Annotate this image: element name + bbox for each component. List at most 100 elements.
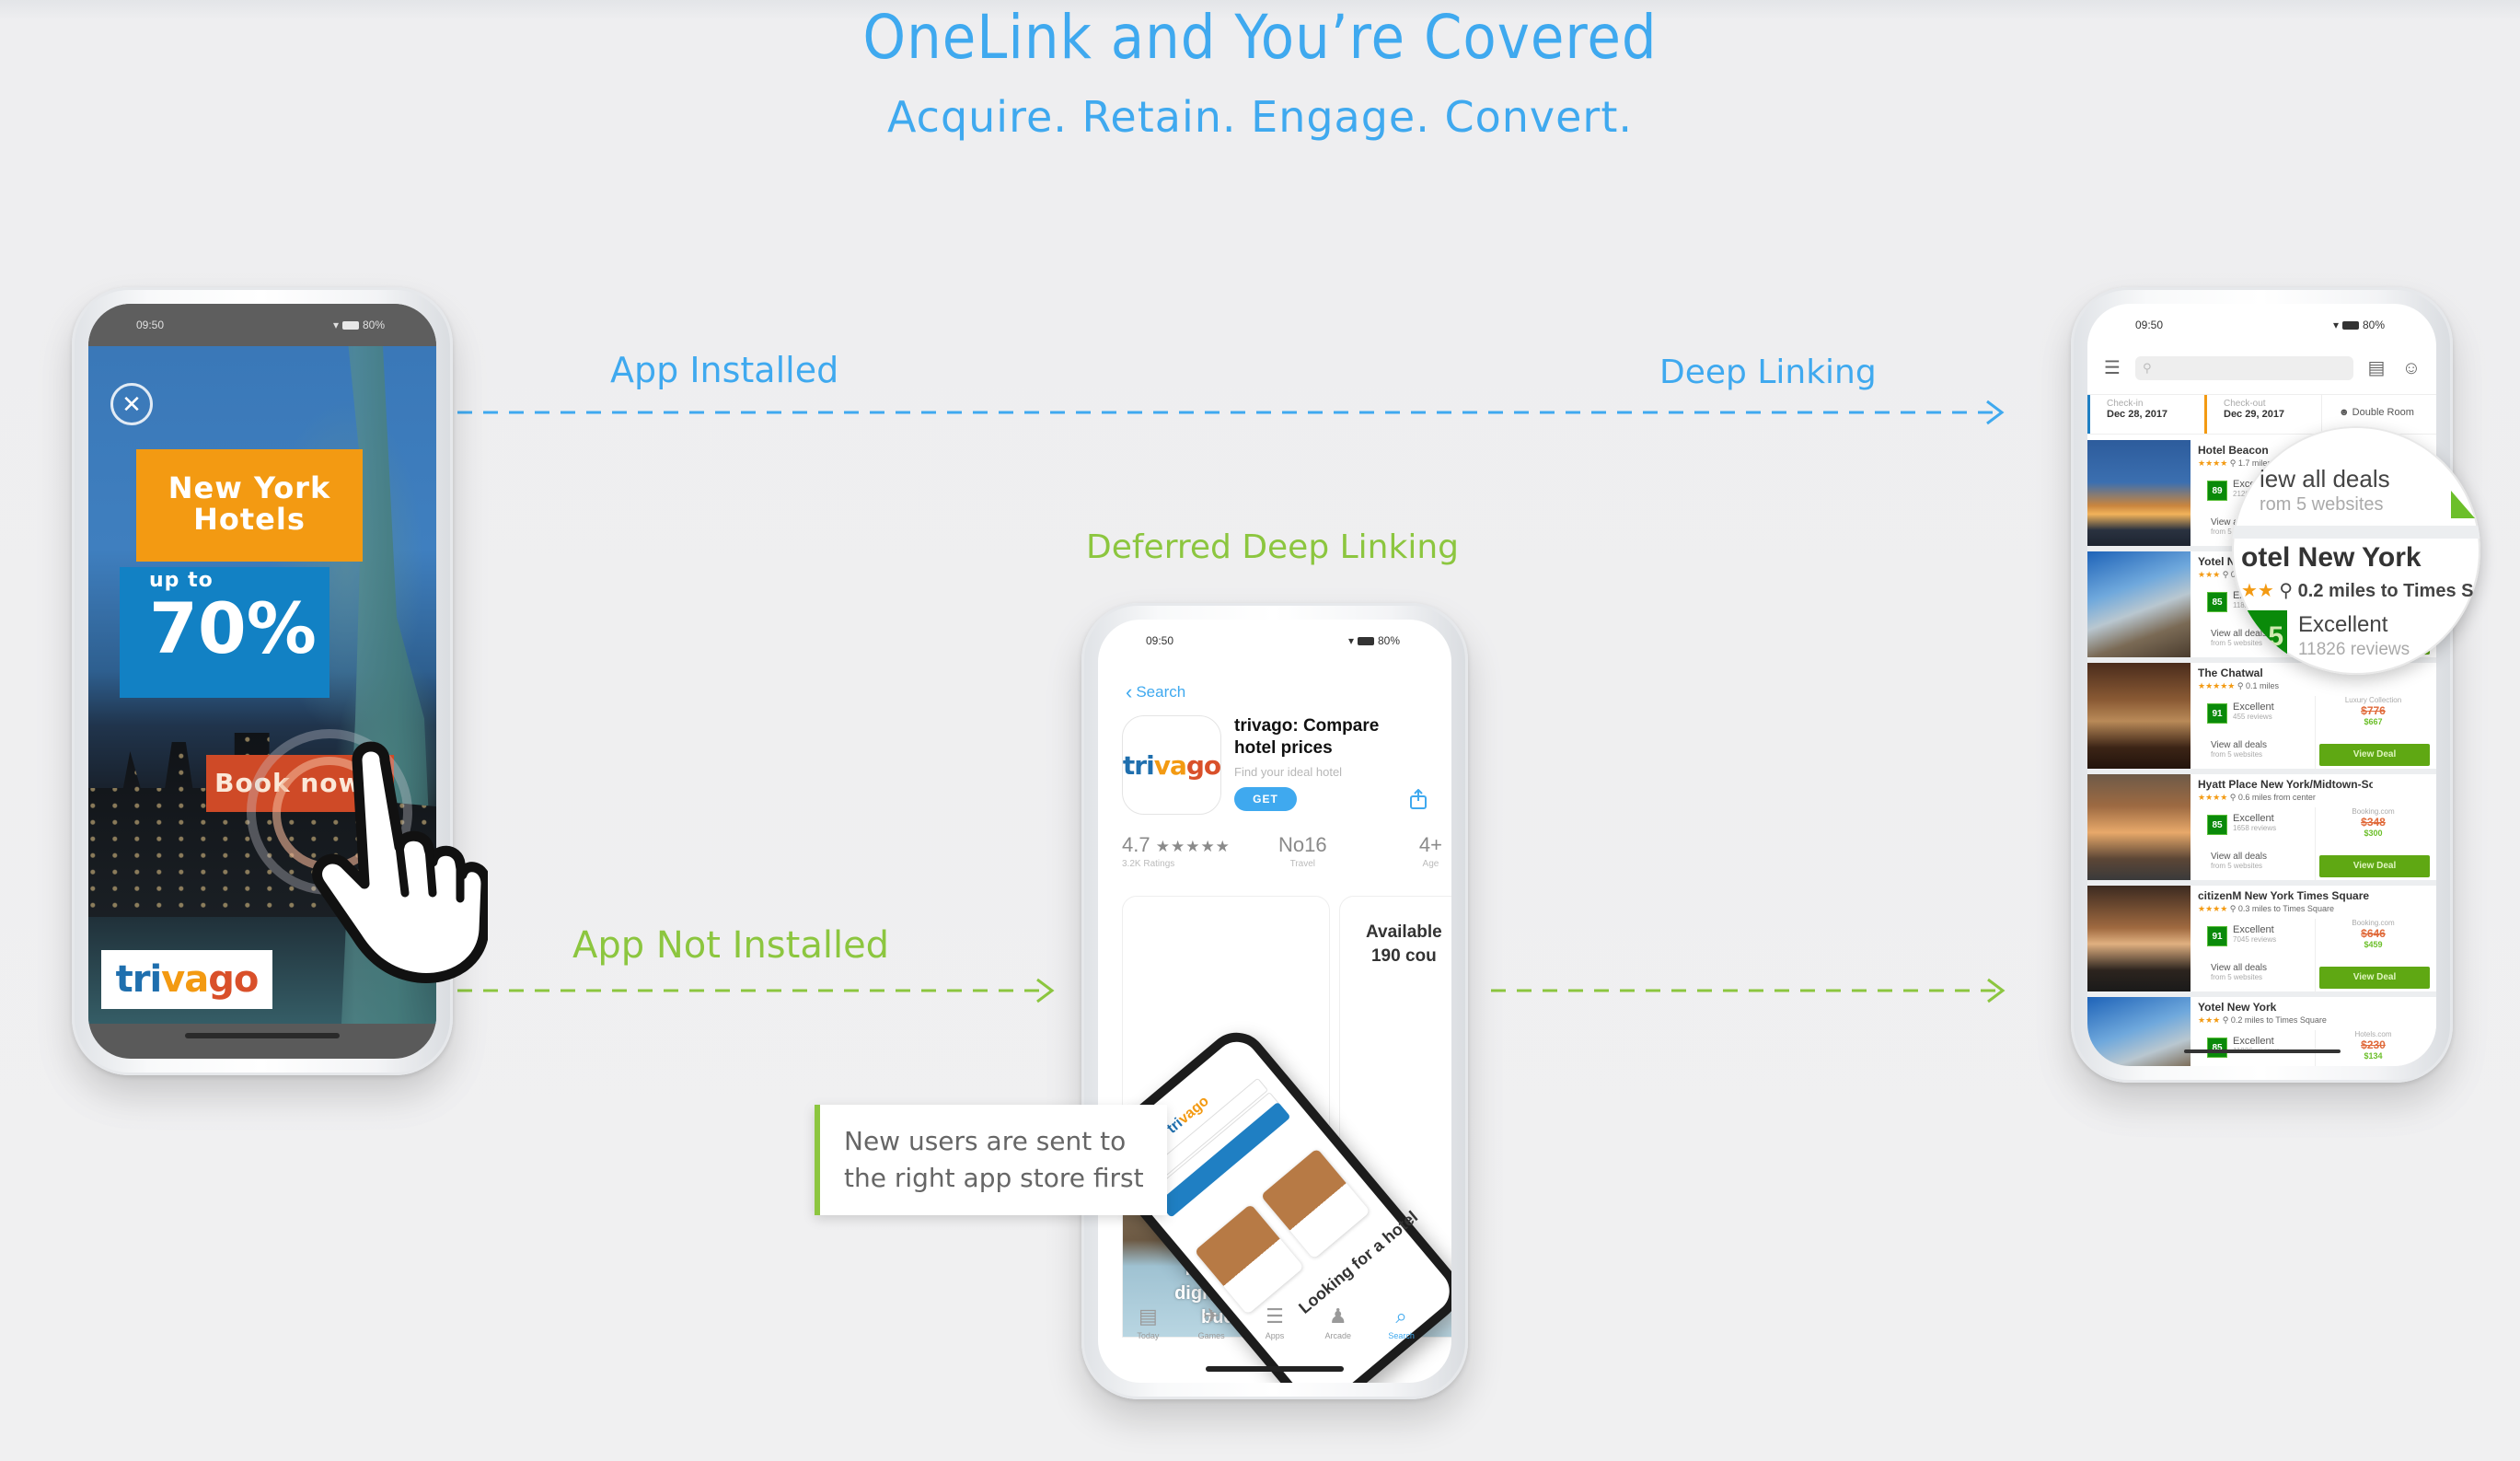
hotel-result-row[interactable]: citizenM New York Times Square ★★★★ ⚲ 0.3… (2087, 886, 2436, 997)
battery-level: 80% (362, 319, 385, 331)
hotel-stars: ★★★★ (2198, 458, 2228, 468)
rating-stars: ★★★★★ (1155, 838, 1231, 855)
hotel-photo[interactable] (2087, 886, 2191, 991)
filter-sliders-icon[interactable]: ☰ (2100, 356, 2124, 380)
location-pin-icon: ⚲ (2229, 904, 2237, 913)
view-all-deals-link[interactable]: View all dealsfrom 5 websites (2211, 852, 2267, 870)
hotel-name[interactable]: citizenM New York Times Square (2198, 889, 2373, 902)
tab-search[interactable]: ⌕ Search (1374, 1305, 1429, 1362)
review-count: 1658 reviews (2233, 824, 2277, 832)
hotel-info: Hyatt Place New York/Midtown-So... ★★★★ ⚲… (2191, 774, 2436, 881)
view-deal-button[interactable]: View Deal (2319, 855, 2430, 877)
share-icon[interactable] (1409, 789, 1428, 809)
search-icon: ⚲ (2143, 361, 2152, 375)
get-button[interactable]: GET (1234, 787, 1297, 811)
rank-value: No16 (1278, 833, 1327, 856)
status-time: 09:50 (136, 319, 165, 331)
review-count: 7045 reviews (2233, 935, 2277, 944)
deep-linking-label: Deep Linking (1659, 354, 1877, 391)
view-all-deals-link[interactable]: View all dealsfrom 5 websites (2211, 963, 2267, 981)
battery-icon (2341, 320, 2359, 330)
caption-line: 190 cou (1370, 946, 1437, 966)
location-pin-icon: ⚲ (2229, 458, 2237, 468)
apps-stack-icon: ☰ (1266, 1304, 1284, 1328)
magnified-deals-text: iew all deals (2260, 465, 2390, 493)
rating-label: Excellent (2233, 813, 2274, 824)
search-input[interactable]: ⚲ (2135, 356, 2353, 380)
hotel-result-row[interactable]: Yotel New York ★★★ ⚲ 0.2 miles to Times S… (2087, 997, 2436, 1066)
ratings-row: 4.7 ★★★★★ 3.2K Ratings No16 Travel 4+ Ag… (1122, 833, 1442, 877)
back-to-search-link[interactable]: ‹ Search (1126, 680, 1185, 704)
hotel-meta: ★★★★ ⚲ 0.3 miles to Times Square (2198, 904, 2334, 914)
magnified-hotel-meta: ★★ ⚲ 0.2 miles to Times S (2241, 579, 2473, 602)
tab-today[interactable]: ▤ Today (1120, 1305, 1175, 1362)
magnified-stars: ★★ (2241, 581, 2274, 601)
hotel-name[interactable]: Yotel New York (2198, 1001, 2373, 1014)
hotel-photo[interactable] (2087, 551, 2191, 657)
old-price: $348 (2361, 816, 2386, 829)
logo-part: tri (115, 958, 163, 1001)
results-screen: 09:50 ▾ 80% ☰ ⚲ ▤ ☺ Check-in Dec 28, 2017 … (2087, 304, 2436, 1066)
app-icon[interactable]: tri va go (1122, 715, 1221, 815)
deals-label: View all deals (2211, 963, 2267, 973)
screenshots-carousel[interactable]: Meet your digital travel buddy Available… (1098, 896, 1451, 1383)
battery-level: 80% (2362, 319, 2385, 331)
status-bar: 09:50 ▾ 80% (88, 304, 436, 346)
home-indicator (1206, 1366, 1344, 1372)
rating-text: Excellent 7045 reviews (2233, 924, 2276, 944)
wifi-icon: ▾ (2332, 319, 2339, 331)
view-all-deals-link[interactable]: View all dealsfrom 5 websites (2211, 740, 2267, 759)
tab-games[interactable]: ✈ Games (1184, 1305, 1239, 1362)
rating-label: Excellent (2233, 702, 2274, 713)
logo-part: go (208, 958, 259, 1001)
check-in-date: Dec 28, 2017 (2107, 409, 2168, 420)
new-price: $300 (2364, 829, 2383, 838)
price-block: Hotels.com$230$134View Deal (2315, 1030, 2431, 1066)
close-ad-button[interactable]: ✕ (110, 383, 153, 425)
logo-part: tri (1122, 749, 1155, 781)
hotel-distance: 0.3 miles to Times Square (2237, 904, 2334, 913)
back-label: Search (1136, 683, 1186, 701)
hotel-photo[interactable] (2087, 440, 2191, 546)
score-badge: 85 (2207, 815, 2227, 835)
check-out-field[interactable]: Check-out Dec 29, 2017 (2204, 395, 2321, 434)
rating-value: 4.7 (1122, 833, 1150, 856)
hotel-photo[interactable] (2087, 663, 2191, 769)
hotel-photo[interactable] (2087, 997, 2191, 1066)
hotel-result-row[interactable]: The Chatwal ★★★★★ ⚲ 0.1 miles 91 Excellent 4… (2087, 663, 2436, 774)
view-deal-button[interactable]: View Deal (2319, 744, 2430, 766)
app-store-screen: 09:50 ▾ 80% ‹ Search tri va go trivago: Com… (1098, 620, 1451, 1383)
app-subtitle: Find your ideal hotel (1234, 765, 1343, 779)
check-in-field[interactable]: Check-in Dec 28, 2017 (2087, 395, 2204, 434)
hotel-stars: ★★★★★ (2198, 681, 2236, 690)
view-deal-button[interactable]: View Deal (2319, 967, 2430, 989)
old-price: $776 (2361, 704, 2386, 717)
deals-from: from 5 websites (2211, 973, 2263, 981)
page-subtitle: Acquire. Retain. Engage. Convert. (887, 92, 1633, 142)
discount-value: 70% (149, 587, 317, 669)
tab-apps[interactable]: ☰ Apps (1247, 1305, 1302, 1362)
user-profile-icon[interactable]: ☺ (2399, 356, 2423, 380)
room-type: Double Room (2352, 407, 2414, 418)
callout-line: New users are sent to (844, 1126, 1127, 1156)
hotel-name[interactable]: Hyatt Place New York/Midtown-So... (2198, 778, 2373, 791)
ad-headline-line2: Hotels (193, 502, 306, 537)
hotel-meta: ★★★★★ ⚲ 0.1 miles (2198, 681, 2279, 691)
hotel-stars: ★★★ (2198, 570, 2221, 579)
hotel-photo[interactable] (2087, 774, 2191, 880)
hotel-result-row[interactable]: Hyatt Place New York/Midtown-So... ★★★★ ⚲… (2087, 774, 2436, 886)
map-icon[interactable]: ▤ (2364, 356, 2388, 380)
booking-site: Booking.com (2352, 807, 2395, 816)
score-badge: 89 (2207, 481, 2227, 501)
hand-pointer-icon (312, 741, 488, 983)
discount-box: up to 70% (120, 567, 329, 698)
magnified-divider (2232, 526, 2480, 539)
status-bar: 09:50 ▾ 80% (1098, 620, 1451, 662)
tab-arcade[interactable]: ♟ Arcade (1311, 1305, 1366, 1362)
age-block: 4+ Age (1419, 833, 1442, 869)
magnified-distance: 0.2 miles to Times S (2297, 581, 2474, 601)
hotel-stars: ★★★★ (2198, 793, 2228, 802)
deals-label: View all deals (2211, 740, 2267, 750)
app-installed-label: App Installed (610, 350, 839, 390)
tab-label: Apps (1265, 1331, 1285, 1340)
